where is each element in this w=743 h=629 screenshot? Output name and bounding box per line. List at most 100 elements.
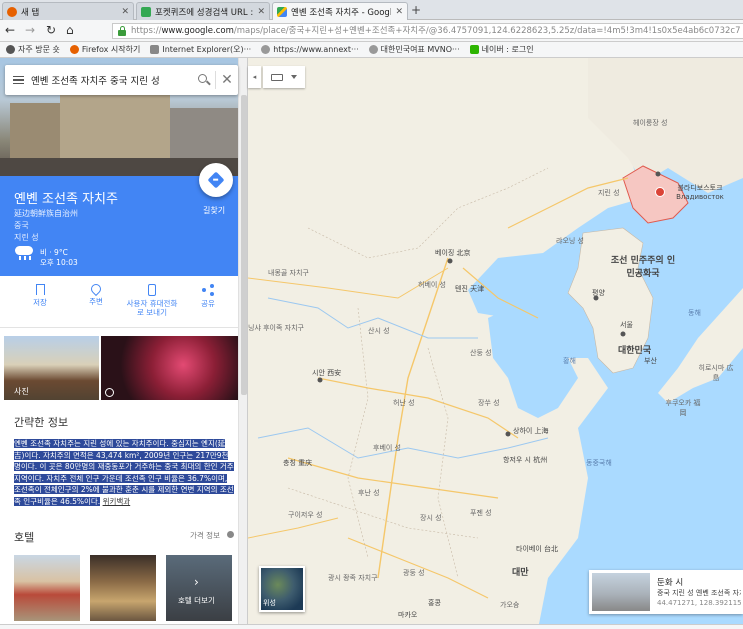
address-bar[interactable]: https://www.google.com/maps/place/중국+지린+… <box>112 23 743 39</box>
satellite-toggle[interactable]: 위성 <box>259 566 305 612</box>
new-tab-button[interactable]: + <box>411 3 421 17</box>
brief-info-title: 간략한 정보 <box>14 416 69 429</box>
home-icon[interactable]: ⌂ <box>66 23 74 37</box>
map-label: 히로시마 広島 <box>698 364 734 382</box>
action-label: 공유 <box>201 299 215 308</box>
map-label: 지린 성 <box>598 189 620 197</box>
map-label: 구이저우 성 <box>288 511 323 519</box>
hotel-thumbnail[interactable] <box>14 555 80 621</box>
bookmark-label: 대한민국여표 MVNO··· <box>380 45 460 54</box>
folder-icon <box>150 45 160 54</box>
map-label: 동중국해 <box>586 459 612 467</box>
bookmark-label: 네이버 : 로그인 <box>481 45 534 54</box>
menu-icon[interactable] <box>5 75 31 85</box>
map-label: 허난 성 <box>393 399 415 407</box>
map-label: 헤이룽장 성 <box>633 119 668 127</box>
directions-label: 길찾기 <box>203 206 226 215</box>
map-label: 닝샤 후이족 자치구 <box>248 324 304 332</box>
map-label: 내몽골 자치구 <box>268 269 309 277</box>
province-border <box>307 167 549 259</box>
directions-icon <box>207 171 225 189</box>
bookmark-ie[interactable]: Internet Explorer(오)··· <box>150 44 251 55</box>
place-info-card[interactable]: 둔화 시 중국 지린 성 옌볜 조선족 자치주 44.471271, 128.3… <box>589 570 743 614</box>
send-to-phone-button[interactable]: 사용자 휴대전화로 보내기 <box>124 284 180 317</box>
place-thumbnail[interactable] <box>592 573 650 611</box>
back-icon[interactable]: ← <box>5 23 15 37</box>
more-hotels-label: 호텔 더보기 <box>178 596 215 605</box>
info-card-subtitle: 중국 지린 성 옌볜 조선족 자치주 <box>657 589 741 597</box>
place-panel: 옌볜 조선족 자치주 중국 지린 성 ✕ 옌볜 조선족 자치주 延边朝鲜族自治州… <box>0 58 248 629</box>
scrollbar-thumb[interactable] <box>241 95 247 395</box>
collapse-panel-button[interactable]: ◂ <box>248 66 261 88</box>
search-box[interactable]: 옌볜 조선족 자치주 중국 지린 성 ✕ <box>5 65 238 95</box>
directions-button[interactable] <box>199 163 233 197</box>
road <box>287 457 499 499</box>
bookmark-label: Internet Explorer(오)··· <box>162 45 252 54</box>
reload-icon[interactable]: ↻ <box>46 23 56 37</box>
map-label: 후난 성 <box>358 489 380 497</box>
send-to-phone-icon <box>148 284 156 296</box>
bookmark-frequent[interactable]: 자주 방문 숏 <box>6 44 60 55</box>
map-label: 장쑤 성 <box>478 399 500 407</box>
gear-icon <box>6 45 15 54</box>
map-canvas[interactable]: 내몽골 자치구 헤이룽장 성 지린 성 랴오닝 성 허베이 성 베이징 北京 톈… <box>248 58 743 629</box>
map-label: 산시 성 <box>368 327 390 335</box>
close-icon[interactable]: ✕ <box>121 7 129 17</box>
map-label: 서울 <box>620 321 633 329</box>
clear-search-icon[interactable]: ✕ <box>216 72 238 88</box>
weather-time: 오후 10:03 <box>40 258 78 267</box>
globe-icon <box>261 45 271 54</box>
bookmark-annext[interactable]: https://www.annext··· <box>261 45 359 54</box>
save-button[interactable]: 저장 <box>12 284 68 307</box>
bookmark-firefox[interactable]: Firefox 시작하기 <box>69 44 140 55</box>
wikipedia-link[interactable]: 위키백과 <box>103 497 131 506</box>
place-header: 옌볜 조선족 자치주 延边朝鲜族自治州 중국 지린 성 비 · 9°C 오후 1… <box>0 163 238 276</box>
tab-google-maps[interactable]: 옌볜 조선족 자치주 - Google 지도 ✕ <box>272 2 408 20</box>
tab-new[interactable]: 새 탭 ✕ <box>2 2 134 20</box>
share-button[interactable]: 공유 <box>180 284 236 308</box>
info-icon[interactable] <box>227 531 234 538</box>
photo-strip: 사진 <box>0 336 238 402</box>
bookmark-label: https://www.annext··· <box>273 45 359 54</box>
naver-icon <box>469 45 479 54</box>
video-thumbnail[interactable] <box>101 336 238 400</box>
map-label: 가오슝 <box>500 601 520 609</box>
bookmark-mvno[interactable]: 대한민국여표 MVNO··· <box>368 44 460 55</box>
brief-info-text: 옌볜 조선족 자치주는 지린 성에 있는 자치주이다. 중심지는 옌지(延吉)이… <box>14 438 234 507</box>
action-label: 사용자 휴대전화로 보내기 <box>126 299 178 317</box>
bookmark-label: 자주 방문 숏 <box>18 45 60 54</box>
firefox-icon <box>7 6 17 17</box>
map-label: 황해 <box>563 357 576 365</box>
input-tools-button[interactable] <box>263 66 305 88</box>
search-icon[interactable] <box>193 70 215 90</box>
map-label: 동해 <box>688 309 701 317</box>
tab-bar: 새 탭 ✕ 포켓퀴즈에 성경검색 URL : Us ✕ 옌볜 조선족 자치주 -… <box>0 0 743 20</box>
place-native-name: 延边朝鲜族自治州 <box>14 209 78 218</box>
river-yangtze <box>257 427 549 459</box>
map-label: 대한민국 <box>618 346 652 356</box>
close-icon[interactable]: ✕ <box>395 7 403 17</box>
map-label: 후베이 성 <box>373 444 401 452</box>
map-label: 평양 <box>592 289 605 297</box>
bookmark-naver[interactable]: 네이버 : 로그인 <box>469 44 534 55</box>
firefox-icon <box>69 45 79 54</box>
search-input[interactable]: 옌볜 조선족 자치주 중국 지린 성 <box>31 73 193 87</box>
action-label: 저장 <box>33 298 47 307</box>
nearby-button[interactable]: 주변 <box>68 281 124 306</box>
bookmarks-bar: 자주 방문 숏 Firefox 시작하기 Internet Explorer(오… <box>0 42 743 58</box>
city-dot <box>317 377 323 383</box>
road <box>317 377 519 439</box>
hotels-title: 호텔 <box>14 531 35 544</box>
panel-scrollbar[interactable] <box>238 58 247 629</box>
forward-icon[interactable]: → <box>25 23 35 37</box>
more-hotels-button[interactable]: › 호텔 더보기 <box>166 555 232 621</box>
close-icon[interactable]: ✕ <box>257 7 265 17</box>
share-icon <box>202 284 214 296</box>
city-dot <box>447 258 453 264</box>
map-label: 타이베이 台北 <box>516 545 558 553</box>
city-dot <box>505 431 511 437</box>
map-label: 상하이 上海 <box>513 427 549 435</box>
tab-pocketquiz[interactable]: 포켓퀴즈에 성경검색 URL : Us ✕ <box>136 2 270 20</box>
hotel-thumbnail[interactable] <box>90 555 156 621</box>
map-label: 홍콩 <box>428 599 441 607</box>
